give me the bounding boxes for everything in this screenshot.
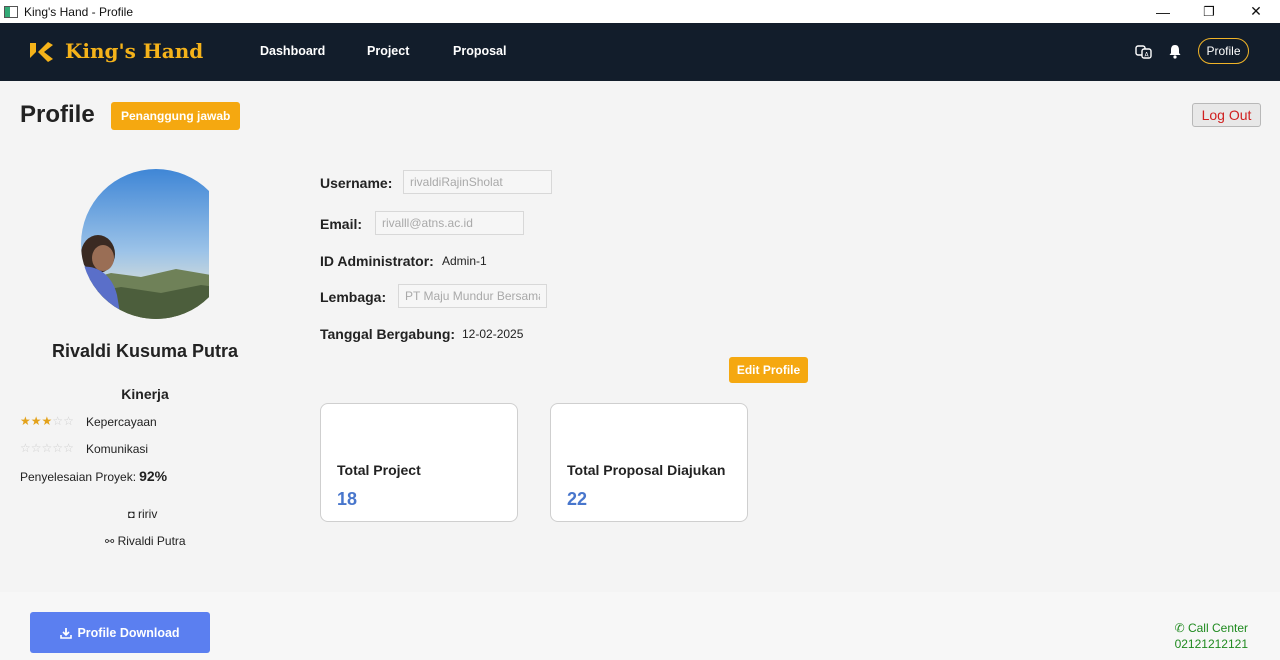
performance-heading: Kinerja: [121, 386, 169, 402]
total-project-label: Total Project: [337, 462, 421, 478]
logout-button[interactable]: Log Out: [1192, 103, 1261, 127]
linkedin-name: Rivaldi Putra: [117, 534, 186, 548]
close-button[interactable]: ✕: [1233, 0, 1279, 23]
notification-bell-icon[interactable]: [1168, 44, 1182, 59]
project-completion: Penyelesaian Proyek: 92%: [20, 468, 167, 484]
trust-rating-stars: ★★★☆☆: [20, 414, 74, 428]
completion-value: 92%: [139, 468, 168, 484]
kings-hand-logo-icon: [30, 42, 53, 62]
nav-project[interactable]: Project: [367, 44, 409, 58]
profile-download-label: Profile Download: [77, 625, 180, 640]
top-navbar: King's Hand Dashboard Project Proposal A…: [0, 23, 1280, 81]
admin-id-label: ID Administrator:: [320, 253, 434, 269]
email-label: Email:: [320, 216, 363, 232]
instagram-link[interactable]: ◘ ririv: [128, 507, 157, 521]
download-icon: [60, 627, 73, 639]
minimize-button[interactable]: —: [1140, 0, 1186, 23]
total-project-value: 18: [337, 489, 358, 509]
role-badge: Penanggung jawab: [111, 102, 241, 130]
nav-profile-button[interactable]: Profile: [1198, 38, 1249, 64]
window-titlebar: King's Hand - Profile — ❐ ✕: [0, 0, 1280, 23]
edit-profile-button[interactable]: Edit Profile: [729, 357, 808, 383]
trust-rating-label: Kepercayaan: [86, 415, 157, 429]
institution-field[interactable]: [398, 284, 547, 308]
app-icon: [4, 5, 18, 18]
completion-label: Penyelesaian Proyek:: [20, 470, 137, 484]
avatar-edge-mask: [209, 165, 239, 325]
phone-icon: ✆: [1174, 621, 1185, 635]
communication-rating-stars: ☆☆☆☆☆: [20, 441, 74, 455]
call-center[interactable]: ✆ Call Center 02121212121: [1175, 620, 1248, 652]
translate-icon[interactable]: A: [1135, 45, 1153, 59]
brand-name[interactable]: King's Hand: [65, 39, 203, 63]
communication-rating-label: Komunikasi: [86, 442, 149, 456]
total-project-card: Total Project 18: [320, 403, 518, 522]
call-center-number: 02121212121: [1174, 637, 1248, 651]
total-proposal-label: Total Proposal Diajukan: [567, 462, 726, 478]
join-date-label: Tanggal Bergabung:: [320, 326, 456, 342]
admin-id-value: Admin-1: [442, 254, 487, 268]
window-title: King's Hand - Profile: [24, 4, 134, 19]
instagram-icon: ◘: [128, 509, 135, 521]
nav-dashboard[interactable]: Dashboard: [260, 44, 325, 58]
profile-download-button[interactable]: Profile Download: [30, 612, 210, 653]
nav-proposal[interactable]: Proposal: [453, 44, 507, 58]
instagram-handle: ririv: [138, 507, 158, 521]
link-icon: ⚯: [105, 536, 115, 548]
page-title: Profile: [20, 101, 95, 128]
total-proposal-card: Total Proposal Diajukan 22: [550, 403, 748, 522]
institution-label: Lembaga:: [320, 289, 387, 305]
email-field[interactable]: [375, 211, 524, 235]
maximize-button[interactable]: ❐: [1186, 0, 1232, 23]
join-date-value: 12-02-2025: [462, 327, 524, 341]
username-label: Username:: [320, 175, 393, 191]
total-proposal-value: 22: [567, 489, 588, 509]
user-full-name: Rivaldi Kusuma Putra: [51, 341, 239, 361]
call-center-label: Call Center: [1187, 621, 1248, 635]
linkedin-link[interactable]: ⚯ Rivaldi Putra: [105, 534, 186, 548]
username-field[interactable]: [403, 170, 552, 194]
